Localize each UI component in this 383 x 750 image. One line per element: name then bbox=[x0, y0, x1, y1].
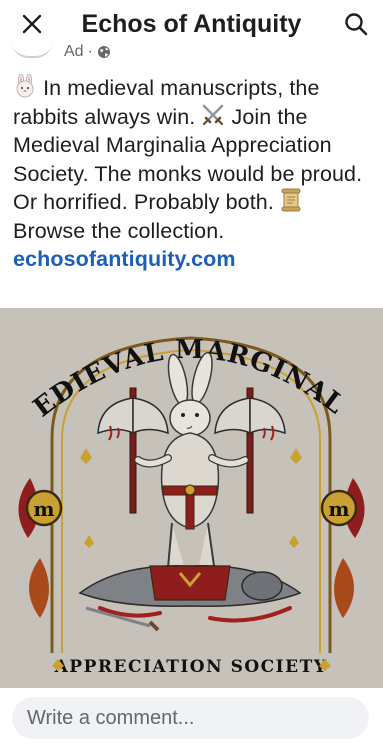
artwork-subtitle: APPRECIATION SOCIETY bbox=[54, 657, 328, 677]
top-bar: Echos of Antiquity bbox=[0, 0, 383, 48]
post-link[interactable]: echosofantiquity.com bbox=[13, 245, 236, 274]
marginalia-artwork: MEDIEVAL MARGINALIA m m bbox=[0, 308, 383, 688]
comment-placeholder: Write a comment... bbox=[27, 706, 195, 729]
post-line-3: Browse the collection. bbox=[13, 218, 225, 243]
search-button[interactable] bbox=[341, 9, 371, 39]
globe-icon bbox=[97, 46, 110, 58]
close-button[interactable] bbox=[18, 10, 46, 38]
post-text: In medieval manuscripts, the rabbits alw… bbox=[13, 74, 373, 274]
medallion-left-letter: m bbox=[33, 497, 54, 521]
search-icon bbox=[345, 13, 368, 36]
comment-area: Write a comment... bbox=[0, 688, 383, 750]
comment-input[interactable]: Write a comment... bbox=[12, 697, 369, 739]
post-line-1: In medieval manuscripts, the rabbits alw… bbox=[13, 74, 373, 217]
sponsored-label: Ad bbox=[64, 43, 84, 60]
post-meta-row: Ad · bbox=[12, 42, 312, 64]
medallion-right-letter: m bbox=[328, 497, 349, 521]
close-icon bbox=[22, 14, 42, 34]
page-title: Echos of Antiquity bbox=[81, 10, 302, 38]
scroll-icon bbox=[281, 188, 301, 212]
rabbit-face-icon bbox=[16, 74, 34, 98]
sponsored-meta: Ad · bbox=[64, 42, 111, 62]
post-image[interactable]: MEDIEVAL MARGINALIA m m bbox=[0, 308, 383, 688]
meta-separator: · bbox=[87, 43, 93, 60]
crossed-swords-icon bbox=[203, 104, 224, 125]
avatar[interactable] bbox=[12, 42, 52, 58]
